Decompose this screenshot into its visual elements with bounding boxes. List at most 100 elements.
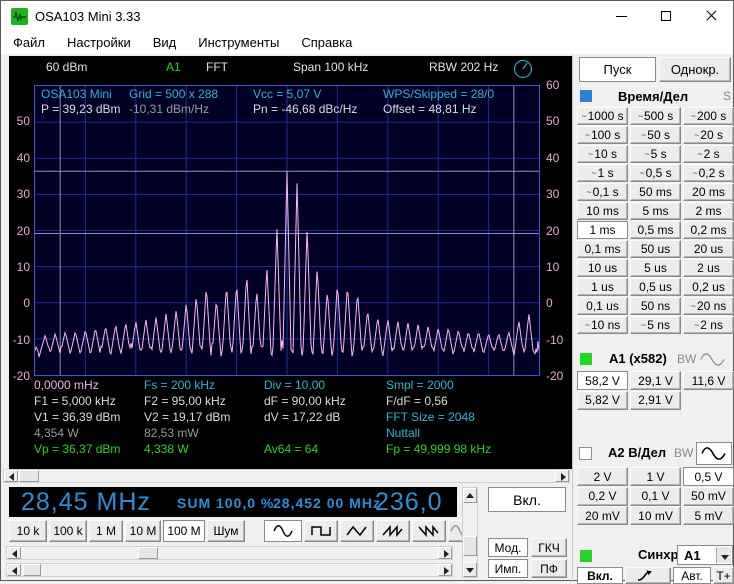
timebase-10_s[interactable]: ~10 s	[577, 145, 628, 163]
a2-volts-0_2_V[interactable]: 0,2 V	[577, 486, 628, 506]
a1-volts-5_82_V[interactable]: 5,82 V	[577, 390, 628, 410]
timebase-20_ns[interactable]: ~20 ns	[683, 297, 734, 315]
range-button-10k[interactable]: 10 k	[9, 520, 47, 542]
timebase-20_ms[interactable]: 20 ms	[683, 183, 734, 201]
start-button[interactable]: Пуск	[579, 57, 656, 82]
scope-hscrollbar[interactable]	[3, 469, 570, 483]
timebase-500_s[interactable]: ~500 s	[630, 107, 681, 125]
timebase-2_ms[interactable]: 2 ms	[683, 202, 734, 220]
sweep-gkch-button[interactable]: ГКЧ	[531, 538, 567, 557]
a2-enable-checkbox[interactable]	[579, 447, 592, 460]
a2-volts-0_1_V[interactable]: 0,1 V	[630, 486, 681, 506]
scroll-thumb[interactable]	[19, 470, 39, 482]
timebase-1_ms[interactable]: 1 ms	[577, 221, 628, 239]
scroll-thumb[interactable]	[138, 547, 158, 559]
timebase-50_s[interactable]: ~50 s	[630, 126, 681, 144]
timebase-0_1_ms[interactable]: 0,1 ms	[577, 240, 628, 258]
timebase-10_ms[interactable]: 10 ms	[577, 202, 628, 220]
range-button-Шум[interactable]: Шум	[207, 520, 245, 542]
timebase-1000_s[interactable]: ~1000 s	[577, 107, 628, 125]
a2-volts-10_mV[interactable]: 10 mV	[630, 506, 681, 525]
timebase-2_us[interactable]: 2 us	[683, 259, 734, 277]
range-button-10M[interactable]: 10 M	[125, 520, 161, 542]
a1-volts-11_6_V[interactable]: 11,6 V	[683, 371, 734, 390]
a1-volts-29_1_V[interactable]: 29,1 V	[630, 371, 681, 390]
menu-item-4[interactable]: Справка	[301, 32, 363, 53]
timebase-10_us[interactable]: 10 us	[577, 259, 628, 277]
pulse-button[interactable]: Имп.	[488, 559, 528, 578]
output-on-button[interactable]: Вкл.	[488, 487, 566, 512]
waveform-triangle-button[interactable]	[340, 520, 374, 542]
a2-volts-5_mV[interactable]: 5 mV	[683, 506, 734, 525]
waveform-ramp-down-button[interactable]	[412, 520, 446, 542]
a2-volts-50_mV[interactable]: 50 mV	[683, 486, 734, 506]
sync-source-select[interactable]: A1	[677, 545, 733, 565]
gen-frequency-scrollbar[interactable]	[6, 546, 453, 560]
menu-item-2[interactable]: Вид	[153, 32, 188, 53]
waveform-square-button[interactable]	[304, 520, 338, 542]
waveform-ramp-up-button[interactable]	[376, 520, 410, 542]
scroll-left-button[interactable]	[7, 564, 21, 576]
trigger-slope-button[interactable]	[625, 567, 671, 584]
a2-volts-20_mV[interactable]: 20 mV	[577, 506, 628, 525]
scroll-up-button[interactable]	[463, 488, 477, 503]
timebase-5_ns[interactable]: ~5 ns	[630, 316, 681, 334]
menu-item-1[interactable]: Настройки	[67, 32, 142, 53]
trigger-tplus-button[interactable]: T+	[713, 567, 734, 584]
menu-item-0[interactable]: Файл	[13, 32, 56, 53]
scroll-thumb[interactable]	[463, 536, 477, 556]
scroll-down-button[interactable]	[463, 562, 477, 577]
minimize-button[interactable]	[599, 1, 644, 31]
timebase-0_5_s[interactable]: ~0,5 s	[630, 164, 681, 182]
scroll-left-button[interactable]	[4, 470, 18, 482]
timebase-2_s[interactable]: ~2 s	[683, 145, 734, 163]
timebase-50_ms[interactable]: 50 ms	[630, 183, 681, 201]
waveform-sine-button[interactable]	[264, 520, 302, 542]
timebase-0_1_s[interactable]: ~0,1 s	[577, 183, 628, 201]
timebase-0_2_ms[interactable]: 0,2 ms	[683, 221, 734, 239]
scroll-right-button[interactable]	[555, 470, 569, 482]
close-button[interactable]	[689, 1, 734, 31]
timebase-0_1_us[interactable]: 0,1 us	[577, 297, 628, 315]
scroll-right-button[interactable]	[438, 547, 452, 559]
single-shot-button[interactable]: Однокр.	[659, 57, 731, 82]
timebase-5_ms[interactable]: 5 ms	[630, 202, 681, 220]
timebase-200_s[interactable]: ~200 s	[683, 107, 734, 125]
timebase-20_us[interactable]: 20 us	[683, 240, 734, 258]
timebase-5_s[interactable]: ~5 s	[630, 145, 681, 163]
scroll-right-button[interactable]	[438, 564, 452, 576]
timebase-0_5_ms[interactable]: 0,5 ms	[630, 221, 681, 239]
range-button-1M[interactable]: 1 M	[89, 520, 123, 542]
timebase-1_us[interactable]: 1 us	[577, 278, 628, 296]
sync-on-button[interactable]: Вкл.	[577, 567, 623, 584]
maximize-button[interactable]	[644, 1, 689, 31]
output-level-scrollbar[interactable]	[462, 487, 478, 578]
timebase-0_5_us[interactable]: 0,5 us	[630, 278, 681, 296]
dropdown-button[interactable]	[716, 547, 731, 563]
timebase-0_2_us[interactable]: 0,2 us	[683, 278, 734, 296]
timebase-2_ns[interactable]: ~2 ns	[683, 316, 734, 334]
a2-volts-0_5_V[interactable]: 0,5 V	[683, 467, 734, 486]
a2-bw-sine-button[interactable]	[696, 442, 732, 465]
timebase-100_s[interactable]: ~100 s	[577, 126, 628, 144]
timebase-5_us[interactable]: 5 us	[630, 259, 681, 277]
timebase-50_ns[interactable]: 50 ns	[630, 297, 681, 315]
range-button-100k[interactable]: 100 k	[49, 520, 87, 542]
a2-volts-1_V[interactable]: 1 V	[630, 467, 681, 486]
modulation-button[interactable]: Мод.	[488, 538, 528, 557]
a2-volts-2_V[interactable]: 2 V	[577, 467, 628, 486]
timebase-0_2_s[interactable]: ~0,2 s	[683, 164, 734, 182]
trigger-auto-button[interactable]: Авт.	[673, 567, 711, 584]
menu-item-3[interactable]: Инструменты	[198, 32, 290, 53]
gen-amplitude-scrollbar[interactable]	[6, 563, 453, 577]
a1-volts-2_91_V[interactable]: 2,91 V	[630, 390, 681, 410]
timebase-10_ns[interactable]: ~10 ns	[577, 316, 628, 334]
scroll-left-button[interactable]	[7, 547, 21, 559]
timebase-20_s[interactable]: ~20 s	[683, 126, 734, 144]
timebase-1_s[interactable]: ~1 s	[577, 164, 628, 182]
bandpass-filter-button[interactable]: ПФ	[531, 559, 567, 578]
range-button-100M[interactable]: 100 M	[163, 520, 205, 542]
scroll-thumb[interactable]	[23, 564, 41, 576]
timebase-50_us[interactable]: 50 us	[630, 240, 681, 258]
a1-volts-58_2_V[interactable]: 58,2 V	[577, 371, 628, 390]
